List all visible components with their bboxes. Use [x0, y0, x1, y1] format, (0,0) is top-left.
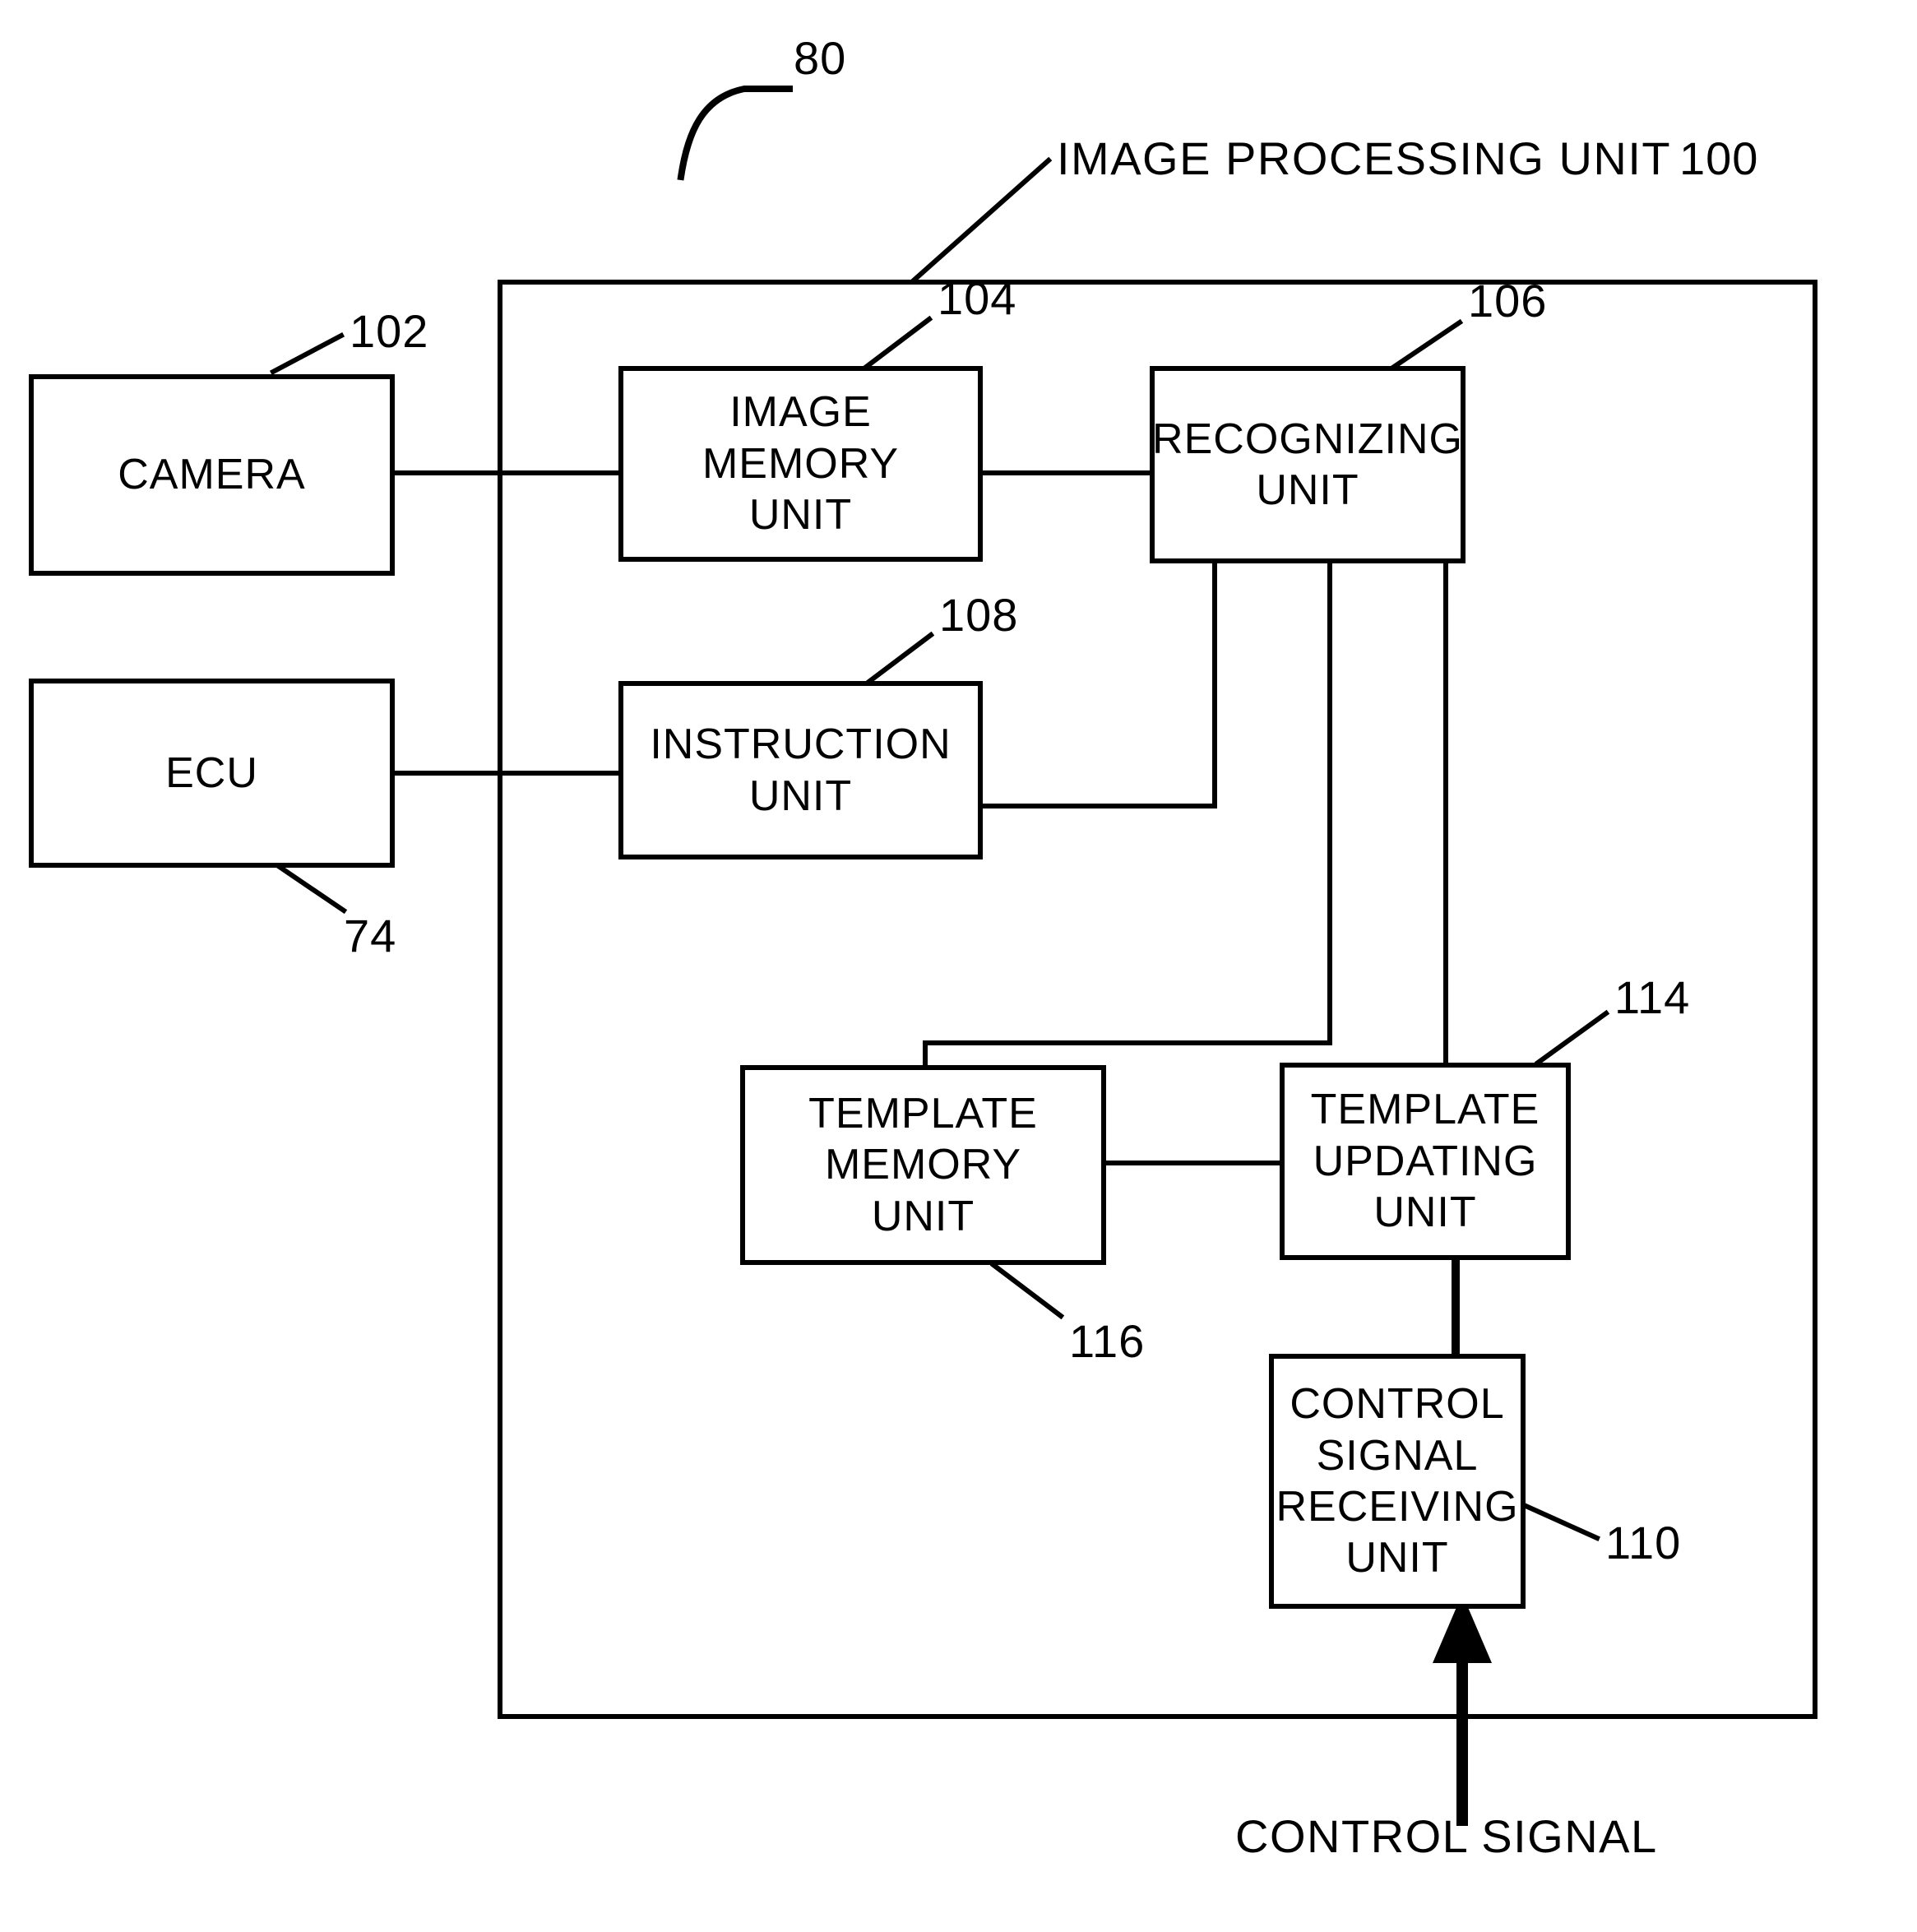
ref-control-signal-receiving-unit-110: 110: [1605, 1517, 1682, 1568]
control-signal-input-label: CONTROL SIGNAL: [1235, 1810, 1658, 1862]
block-control-signal-receiving-unit-label: CONTROL SIGNAL RECEIVING UNIT: [1276, 1380, 1519, 1582]
block-instruction-unit[interactable]: INSTRUCTION UNIT: [618, 681, 983, 859]
ref-system-80: 80: [794, 32, 847, 84]
block-image-memory-unit[interactable]: IMAGE MEMORY UNIT: [618, 366, 983, 562]
block-template-memory-unit-label: TEMPLATE MEMORY UNIT: [808, 1089, 1038, 1240]
block-instruction-unit-label: INSTRUCTION UNIT: [650, 720, 952, 820]
ref-image-memory-unit-104: 104: [938, 272, 1017, 324]
block-camera[interactable]: CAMERA: [29, 374, 395, 576]
ref-container-100: 100: [1679, 132, 1759, 184]
block-template-updating-unit[interactable]: TEMPLATE UPDATING UNIT: [1280, 1063, 1571, 1260]
figure-canvas: 80 IMAGE PROCESSING UNIT 100 CAMERA 102 …: [0, 0, 1917, 1932]
block-ecu-label: ECU: [165, 748, 258, 797]
block-image-memory-unit-label: IMAGE MEMORY UNIT: [702, 388, 900, 540]
block-template-memory-unit[interactable]: TEMPLATE MEMORY UNIT: [740, 1065, 1106, 1265]
ref-instruction-unit-108: 108: [939, 589, 1019, 641]
block-recognizing-unit-label: RECOGNIZING UNIT: [1152, 415, 1463, 514]
block-template-updating-unit-label: TEMPLATE UPDATING UNIT: [1310, 1086, 1540, 1237]
ref-ecu-74: 74: [344, 910, 397, 961]
container-title: IMAGE PROCESSING UNIT: [1057, 132, 1672, 184]
block-recognizing-unit[interactable]: RECOGNIZING UNIT: [1150, 366, 1466, 563]
ref-recognizing-unit-106: 106: [1468, 275, 1548, 327]
block-control-signal-receiving-unit[interactable]: CONTROL SIGNAL RECEIVING UNIT: [1269, 1354, 1526, 1609]
ref-template-updating-unit-114: 114: [1614, 971, 1691, 1023]
ref-camera-102: 102: [350, 305, 429, 357]
ref-template-memory-unit-116: 116: [1069, 1315, 1146, 1367]
block-ecu[interactable]: ECU: [29, 679, 395, 868]
block-camera-label: CAMERA: [118, 451, 306, 499]
